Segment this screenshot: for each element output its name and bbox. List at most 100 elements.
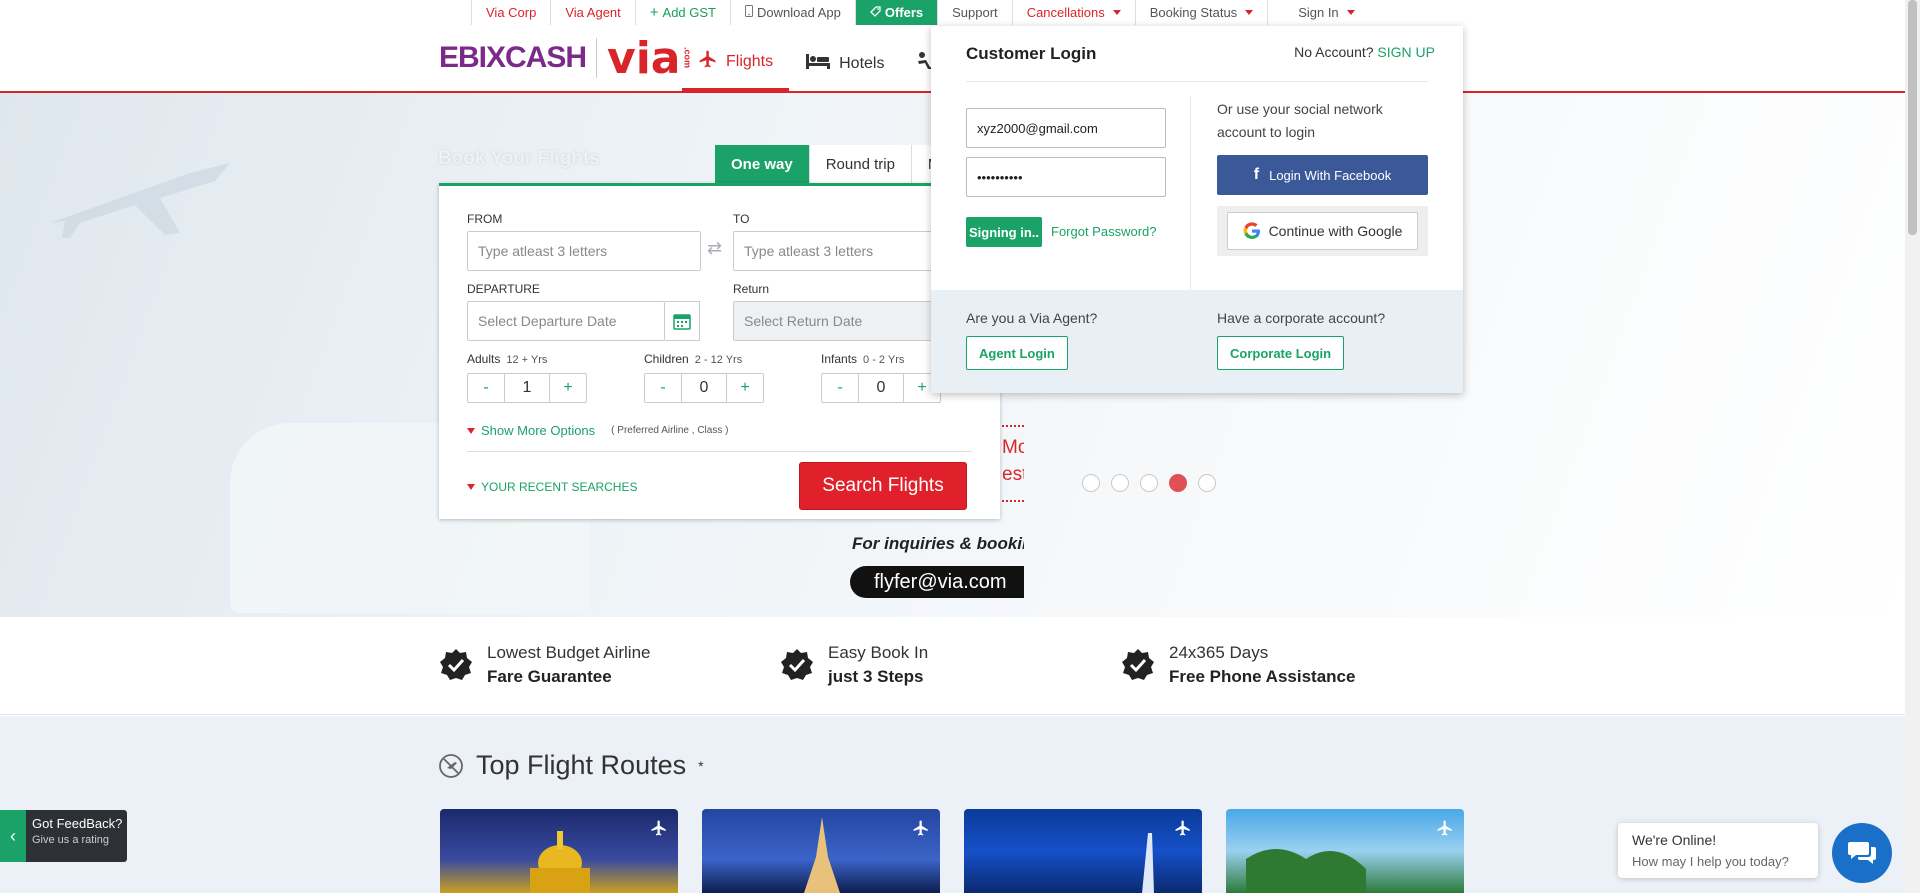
route-card[interactable] xyxy=(1226,809,1464,893)
infants-minus-button[interactable]: - xyxy=(822,374,858,402)
feedback-tab[interactable]: ‹ Got FeedBack? Give us a rating xyxy=(0,810,127,862)
feature-item: 24x365 Days Free Phone Assistance xyxy=(1121,643,1355,687)
nav-flights-label: Flights xyxy=(726,52,774,70)
adults-plus-button[interactable]: + xyxy=(550,374,586,402)
feature-line-2: Free Phone Assistance xyxy=(1169,667,1356,686)
login-divider xyxy=(966,81,1428,82)
trip-type-tabs: One way Round trip M xyxy=(715,145,950,184)
support-label: Support xyxy=(952,5,998,20)
adults-stepper: - 1 + xyxy=(467,373,587,403)
corporate-login-button[interactable]: Corporate Login xyxy=(1217,336,1345,370)
features-strip: Lowest Budget Airline Fare Guarantee Easy… xyxy=(0,617,1920,715)
google-login-wrapper: Continue with Google xyxy=(1217,206,1428,256)
carousel-dot[interactable] xyxy=(1140,474,1158,492)
email-field[interactable]: xyz2000@gmail.com xyxy=(966,108,1166,148)
route-image xyxy=(804,817,840,893)
facebook-login-button[interactable]: f Login With Facebook xyxy=(1217,155,1428,195)
sign-in-label: Sign In xyxy=(1298,5,1339,20)
booking-status-menu[interactable]: Booking Status xyxy=(1136,0,1269,25)
promo-inquiries-text: For inquiries & bookin xyxy=(852,534,1024,553)
infants-stepper: - 0 + xyxy=(821,373,941,403)
chat-status: We're Online! xyxy=(1632,832,1717,848)
offers-label: Offers xyxy=(884,5,924,20)
top-utility-bar: Via Corp Via Agent + Add GST Download App… xyxy=(471,0,1369,25)
route-card[interactable] xyxy=(440,809,678,893)
via-corp-link[interactable]: Via Corp xyxy=(472,0,552,25)
signing-in-button[interactable]: Signing in.. xyxy=(966,217,1042,247)
route-card[interactable] xyxy=(964,809,1202,893)
swap-icon[interactable]: ⇄ xyxy=(707,238,722,259)
children-label: Children 2 - 12 Yrs xyxy=(644,352,743,366)
tab-round-trip[interactable]: Round trip xyxy=(809,145,912,184)
route-card[interactable] xyxy=(702,809,940,893)
support-link[interactable]: Support xyxy=(938,0,1013,25)
site-logo[interactable]: EBIXCASH via .com xyxy=(439,33,693,84)
airplane-icon xyxy=(698,49,718,74)
children-value[interactable]: 0 xyxy=(681,374,727,402)
forgot-password-link[interactable]: Forgot Password? xyxy=(1051,224,1157,239)
agent-login-button[interactable]: Agent Login xyxy=(966,336,1068,370)
top-routes-asterisk: * xyxy=(698,757,704,774)
facebook-login-label: Login With Facebook xyxy=(1269,167,1392,183)
search-flights-button[interactable]: Search Flights xyxy=(799,462,967,510)
offers-link[interactable]: Offers xyxy=(855,0,939,25)
scrollbar-thumb[interactable] xyxy=(1908,0,1917,235)
chat-button[interactable] xyxy=(1832,823,1892,883)
caret-down-icon xyxy=(467,427,475,434)
carousel-dot-active[interactable] xyxy=(1169,474,1187,492)
caret-down-icon xyxy=(1112,10,1121,15)
add-gst-label: Add GST xyxy=(662,5,716,20)
booking-status-label: Booking Status xyxy=(1149,5,1238,20)
no-flight-icon xyxy=(439,753,463,778)
nav-flights[interactable]: Flights xyxy=(682,35,790,92)
infants-value[interactable]: 0 xyxy=(858,374,904,402)
sign-in-menu[interactable]: Sign In xyxy=(1268,0,1368,25)
google-icon xyxy=(1243,222,1260,239)
sign-up-link[interactable]: SIGN UP xyxy=(1377,44,1435,60)
via-logo-text: via xyxy=(607,32,681,84)
recent-searches-toggle[interactable]: YOUR RECENT SEARCHES xyxy=(467,480,637,494)
google-login-button[interactable]: Continue with Google xyxy=(1227,212,1418,250)
from-input[interactable]: Type atleast 3 letters xyxy=(467,231,701,271)
login-vertical-divider xyxy=(1190,96,1191,302)
promo-dotted-line xyxy=(1002,425,1024,427)
page-scrollbar[interactable] xyxy=(1905,0,1920,893)
feedback-subtitle: Give us a rating xyxy=(32,834,110,846)
show-more-options[interactable]: Show More Options ( Preferred Airline , … xyxy=(467,423,728,438)
caret-down-icon xyxy=(467,484,475,490)
return-label: Return xyxy=(733,282,770,296)
carousel-dot[interactable] xyxy=(1198,474,1216,492)
feature-item: Lowest Budget Airline Fare Guarantee xyxy=(439,643,651,687)
children-plus-button[interactable]: + xyxy=(727,374,763,402)
via-agent-link[interactable]: Via Agent xyxy=(551,0,636,25)
add-gst-link[interactable]: + Add GST xyxy=(636,0,731,25)
download-app-label: Download App xyxy=(757,5,841,20)
plus-icon: + xyxy=(649,4,659,21)
carousel-dot[interactable] xyxy=(1082,474,1100,492)
corporate-question: Have a corporate account? xyxy=(1217,310,1386,326)
chat-bubble[interactable]: We're Online! How may I help you today? xyxy=(1618,823,1818,878)
promo-email: flyfer@via.com xyxy=(850,566,1024,598)
departure-date-input[interactable]: Select Departure Date xyxy=(467,301,665,341)
adults-value[interactable]: 1 xyxy=(504,374,550,402)
nav-hotels-label: Hotels xyxy=(839,54,885,72)
via-agent-label: Via Agent xyxy=(565,5,621,20)
password-field[interactable]: •••••••••• xyxy=(966,157,1166,197)
adults-label: Adults 12 + Yrs xyxy=(467,352,548,366)
main-nav: Flights Hotels xyxy=(682,35,956,92)
feature-item: Easy Book In just 3 Steps xyxy=(780,643,928,687)
tab-one-way[interactable]: One way xyxy=(715,145,810,184)
calendar-icon[interactable] xyxy=(665,301,700,341)
nav-hotels[interactable]: Hotels xyxy=(789,35,900,92)
flight-search-form: FROM Type atleast 3 letters ⇄ TO Type at… xyxy=(439,183,1000,519)
show-more-options-label: Show More Options xyxy=(481,423,596,438)
airplane-icon xyxy=(1437,820,1452,836)
adults-minus-button[interactable]: - xyxy=(468,374,504,402)
cancellations-menu[interactable]: Cancellations xyxy=(1013,0,1136,25)
route-image xyxy=(1142,833,1154,893)
children-minus-button[interactable]: - xyxy=(645,374,681,402)
carousel-dot[interactable] xyxy=(1111,474,1129,492)
infants-label: Infants 0 - 2 Yrs xyxy=(821,352,905,366)
download-app-link[interactable]: Download App xyxy=(731,0,856,25)
bed-icon xyxy=(805,51,831,76)
